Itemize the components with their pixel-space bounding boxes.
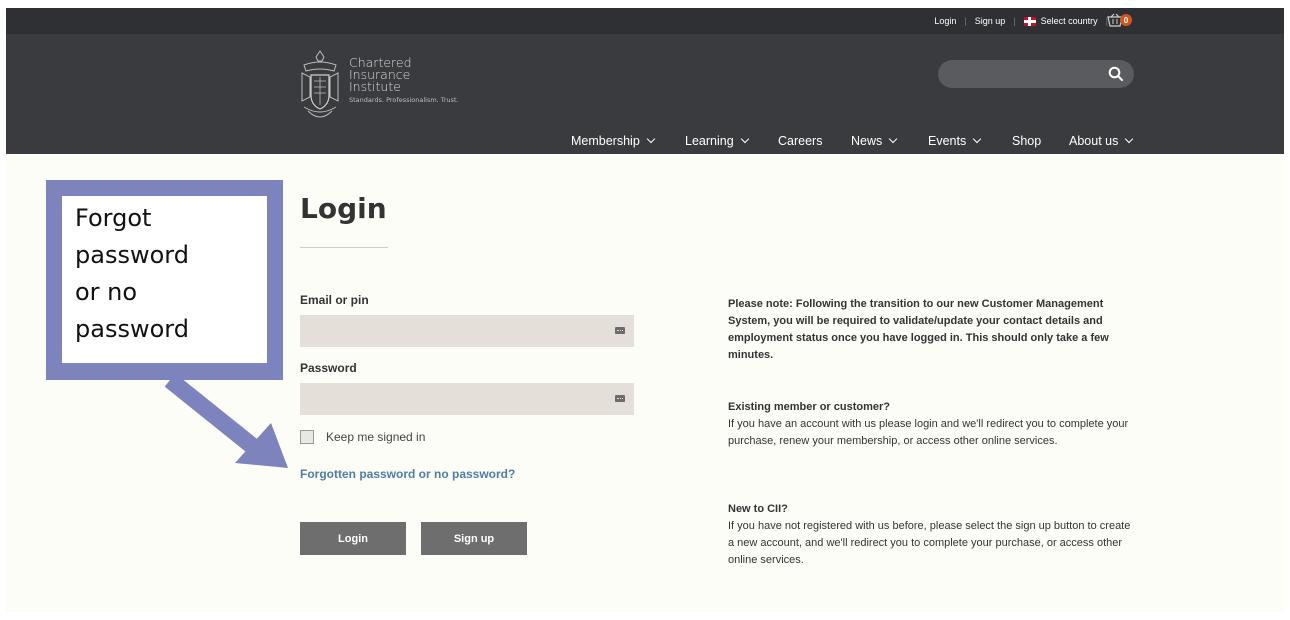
title-divider [300,247,388,248]
site-header: Chartered Insurance Institute Standards.… [6,34,1284,154]
keep-signed-in-checkbox[interactable] [300,430,314,444]
chevron-down-icon [972,134,982,144]
nav-events[interactable]: Events [928,134,982,148]
nav-careers-label: Careers [778,134,823,148]
uk-flag-icon [1023,16,1036,26]
signup-button[interactable]: Sign up [421,522,527,555]
cms-notice: Please note: Following the transition to… [728,298,1109,361]
new-to-cii-block: New to CII? If you have not registered w… [728,501,1138,569]
page-title: Login [300,192,387,225]
annotation-line: password [75,241,189,269]
select-country-link[interactable]: Select country [1041,16,1098,26]
existing-member-block: Existing member or customer? If you have… [728,399,1138,450]
chevron-down-icon [1125,134,1134,144]
login-button[interactable]: Login [300,522,406,555]
nav-news[interactable]: News [851,134,898,148]
nav-membership[interactable]: Membership [571,134,656,148]
nav-about-us[interactable]: About us [1069,134,1134,148]
divider: | [1013,16,1016,26]
divider: | [964,16,967,26]
password-label: Password [300,361,357,375]
search-icon[interactable] [1108,66,1124,82]
nav-learning-label: Learning [685,134,734,148]
utility-bar: Login | Sign up | Select country | 0 [6,8,1284,34]
nav-membership-label: Membership [571,134,640,148]
new-to-cii-heading: New to CII? [728,503,788,515]
logo-line-3: Institute [349,79,401,94]
search-input[interactable] [938,60,1134,88]
nav-shop-label: Shop [1012,134,1042,148]
chevron-down-icon [889,134,898,144]
cii-logo[interactable]: Chartered Insurance Institute Standards.… [298,47,459,125]
nav-events-label: Events [928,134,967,148]
new-to-cii-text: If you have not registered with us befor… [728,520,1131,566]
nav-learning[interactable]: Learning [685,134,749,148]
email-field[interactable] [300,315,634,347]
logo-tagline: Standards. Professionalism. Trust. [349,96,459,104]
nav-shop[interactable]: Shop [1012,134,1041,148]
utility-links: Login | Sign up | Select country | [934,8,1116,34]
existing-member-heading: Existing member or customer? [728,401,890,413]
annotation-line: Forgot [75,204,152,232]
nav-news-label: News [851,134,883,148]
cart-count-badge: 0 [1120,14,1132,26]
nav-about-label: About us [1069,134,1119,148]
existing-member-text: If you have an account with us please lo… [728,418,1129,447]
email-label: Email or pin [300,293,369,307]
logo-text: Chartered Insurance Institute Standards.… [349,56,459,125]
top-login-link[interactable]: Login [934,16,956,26]
chevron-down-icon [646,134,656,144]
nav-careers[interactable]: Careers [778,134,822,148]
main-nav: Membership Learning Careers News Events … [6,134,1284,154]
cart-button[interactable]: 0 [1107,13,1132,27]
page-frame: Login | Sign up | Select country | 0 Cha… [6,8,1284,612]
annotation-text-box: Forgot password or no password [62,196,267,363]
chevron-down-icon [740,134,749,144]
annotation-line: password [75,315,189,343]
annotation-callout: Forgot password or no password [46,180,283,380]
keep-signed-in-label[interactable]: Keep me signed in [326,430,425,444]
crest-icon [301,50,339,118]
annotation-line: or no [75,278,138,306]
forgot-password-link[interactable]: Forgotten password or no password? [300,467,515,481]
password-field[interactable] [300,383,634,415]
password-manager-icon[interactable] [615,327,625,334]
top-signup-link[interactable]: Sign up [975,16,1006,26]
password-manager-icon[interactable] [615,395,625,402]
